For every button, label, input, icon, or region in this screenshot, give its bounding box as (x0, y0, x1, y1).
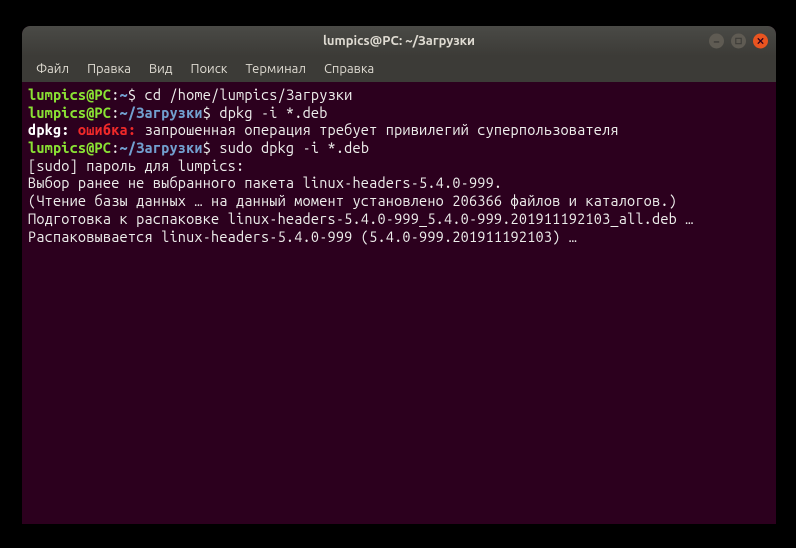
terminal-line: Распаковывается linux-headers-5.4.0-999 … (28, 228, 770, 246)
close-button[interactable] (753, 34, 768, 49)
terminal-line: lumpics@PC:~/Загрузки$ dpkg -i *.deb (28, 104, 770, 122)
error-text: запрошенная операция требует привилегий … (144, 121, 618, 138)
menubar: Файл Правка Вид Поиск Терминал Справка (22, 56, 776, 82)
prompt-end: $ (203, 139, 220, 156)
menu-file[interactable]: Файл (28, 59, 77, 79)
minimize-icon (712, 37, 721, 46)
prompt-end: $ (128, 86, 145, 103)
prompt-path: ~ (120, 86, 128, 103)
command-text: sudo dpkg -i *.deb (219, 139, 369, 156)
terminal-line: lumpics@PC:~$ cd /home/lumpics/Загрузки (28, 86, 770, 104)
terminal-line: (Чтение базы данных … на данный момент у… (28, 192, 770, 210)
window-titlebar: lumpics@PC: ~/Загрузки (22, 26, 776, 56)
window-controls (709, 34, 768, 49)
prompt-user: lumpics@PC (28, 86, 111, 103)
prompt-sep: : (111, 139, 119, 156)
command-text: dpkg -i *.deb (219, 104, 327, 121)
terminal-line: Подготовка к распаковке linux-headers-5.… (28, 210, 770, 228)
menu-help[interactable]: Справка (316, 59, 382, 79)
menu-edit[interactable]: Правка (79, 59, 139, 79)
close-icon (756, 37, 765, 46)
dpkg-prefix: dpkg: (28, 121, 78, 138)
prompt-sep: : (111, 86, 119, 103)
minimize-button[interactable] (709, 34, 724, 49)
terminal-line: lumpics@PC:~/Загрузки$ sudo dpkg -i *.de… (28, 139, 770, 157)
terminal-line: dpkg: ошибка: запрошенная операция требу… (28, 121, 770, 139)
error-label: ошибка: (78, 121, 145, 138)
prompt-user: lumpics@PC (28, 139, 111, 156)
prompt-user: lumpics@PC (28, 104, 111, 121)
menu-view[interactable]: Вид (141, 59, 181, 79)
terminal-line: [sudo] пароль для lumpics: (28, 157, 770, 175)
prompt-path: ~/Загрузки (120, 104, 203, 121)
prompt-sep: : (111, 104, 119, 121)
window-title: lumpics@PC: ~/Загрузки (323, 34, 475, 48)
prompt-path: ~/Загрузки (120, 139, 203, 156)
menu-search[interactable]: Поиск (182, 59, 235, 79)
maximize-icon (734, 37, 743, 46)
terminal-output[interactable]: lumpics@PC:~$ cd /home/lumpics/Загрузкиl… (22, 82, 776, 249)
terminal-line: Выбор ранее не выбранного пакета linux-h… (28, 174, 770, 192)
prompt-end: $ (203, 104, 220, 121)
terminal-window: lumpics@PC: ~/Загрузки Файл Правка Вид П… (22, 26, 776, 524)
menu-terminal[interactable]: Терминал (237, 59, 313, 79)
maximize-button[interactable] (731, 34, 746, 49)
command-text: cd /home/lumpics/Загрузки (145, 86, 353, 103)
